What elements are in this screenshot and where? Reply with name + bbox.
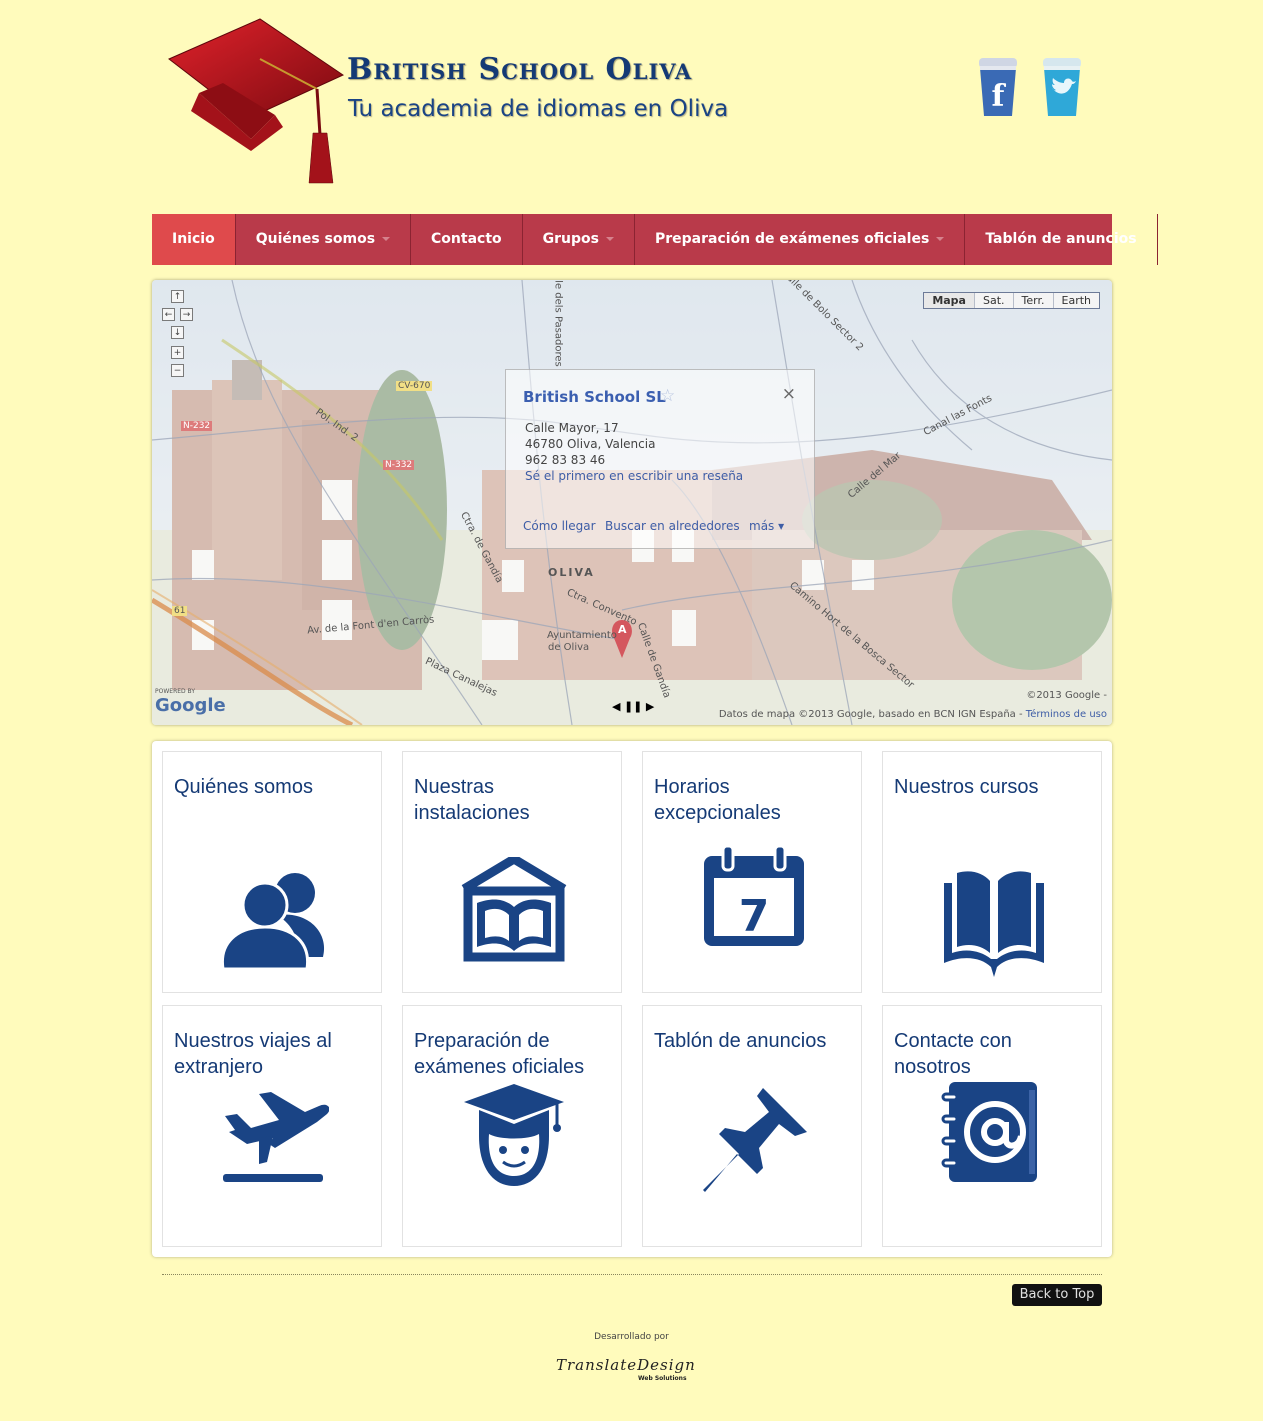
info-title[interactable]: British School SL: [523, 388, 666, 406]
info-nearby-link[interactable]: Buscar en alrededores: [605, 519, 740, 533]
calendar-day: 7: [739, 891, 770, 942]
pan-left-button[interactable]: ←: [162, 308, 175, 321]
map-poi-label: Ayuntamiento: [547, 630, 617, 641]
card-title: Horarios excepcionales: [654, 776, 781, 824]
developed-by-label: Desarrollado por: [594, 1332, 669, 1342]
map-copyright: ©2013 Google -: [1026, 690, 1107, 701]
graduation-cap-logo-icon[interactable]: [165, 15, 345, 187]
map-type-earth[interactable]: Earth: [1053, 293, 1099, 308]
card-horarios-excepcionales[interactable]: Horarios excepcionales 7: [642, 751, 862, 993]
main-navigation: Inicio Quiénes somos Contacto Grupos Pre…: [152, 214, 1158, 265]
pan-right-button[interactable]: →: [180, 308, 193, 321]
info-review-link[interactable]: Sé el primero en escribir una reseña: [525, 469, 743, 483]
info-address-line: Calle Mayor, 17: [525, 421, 619, 435]
card-nuestras-instalaciones[interactable]: Nuestras instalaciones: [402, 751, 622, 993]
dropdown-arrow-icon: [936, 237, 945, 241]
card-title: Quiénes somos: [174, 776, 313, 798]
card-nuestros-cursos[interactable]: Nuestros cursos: [882, 751, 1102, 993]
facebook-icon: f: [979, 58, 1017, 116]
twitter-icon: [1043, 58, 1081, 116]
feature-grid: Quiénes somos Nuestras instalaciones Hor…: [152, 741, 1112, 1257]
map-road-shield: 61: [172, 606, 188, 616]
map-road-shield: N-332: [383, 460, 415, 470]
map-type-selector: Mapa Sat. Terr. Earth: [923, 292, 1100, 309]
card-title: Nuestros cursos: [894, 776, 1039, 798]
slider-controls: ◀ ❚❚ ▶: [612, 700, 654, 713]
nav-item-quienes-somos[interactable]: Quiénes somos: [236, 214, 412, 265]
site-header: British School Oliva Tu academia de idio…: [150, 0, 1112, 200]
nav-item-preparacion-examenes[interactable]: Preparación de exámenes oficiales: [635, 214, 966, 265]
nav-item-label: Preparación de exámenes oficiales: [654, 231, 930, 247]
dropdown-arrow-icon: [605, 237, 614, 241]
map-type-satellite[interactable]: Sat.: [974, 293, 1014, 308]
close-icon[interactable]: ×: [782, 384, 796, 404]
card-viajes-extranjero[interactable]: Nuestros viajes al extranjero: [162, 1005, 382, 1247]
nav-item-inicio[interactable]: Inicio: [152, 214, 236, 265]
slider-next-icon[interactable]: ▶: [646, 700, 654, 713]
graduate-icon: [464, 1084, 564, 1186]
facebook-link[interactable]: f: [976, 56, 1020, 118]
map-info-window: British School SL ☆ × Calle Mayor, 17 46…: [505, 369, 815, 549]
calendar-icon: 7: [704, 844, 804, 946]
nav-item-grupos[interactable]: Grupos: [523, 214, 635, 265]
nav-item-label: Grupos: [542, 231, 599, 247]
card-preparacion-examenes[interactable]: Preparación de exámenes oficiales: [402, 1005, 622, 1247]
developer-logo[interactable]: TranslateDesign: [556, 1356, 696, 1374]
map-data-credit: Datos de mapa ©2013 Google, basado en BC…: [719, 709, 1107, 720]
map-terms-link[interactable]: Términos de uso: [1026, 709, 1107, 720]
open-book-icon: [944, 871, 1044, 977]
dropdown-arrow-icon: [382, 237, 391, 241]
developer-logo-subtitle: Web Solutions: [638, 1375, 687, 1382]
card-title: Nuestros viajes al extranjero: [174, 1030, 332, 1078]
info-address-line: 46780 Oliva, Valencia: [525, 437, 656, 451]
map-poi-label: de Oliva: [548, 642, 590, 653]
info-more-label: más: [749, 519, 775, 533]
building-book-icon: [461, 857, 567, 962]
pan-down-button[interactable]: ↓: [171, 326, 184, 339]
map-data-text: Datos de mapa ©2013 Google, basado en BC…: [718, 709, 1023, 720]
card-title: Preparación de exámenes oficiales: [414, 1030, 585, 1078]
google-logo[interactable]: Google: [155, 695, 226, 716]
map-road-label: Calle dels Pasadores: [552, 280, 564, 367]
nav-item-label: Inicio: [172, 231, 215, 247]
nav-item-label: Contacto: [431, 231, 502, 247]
info-more-link[interactable]: más ▾: [749, 519, 784, 533]
map-town-label: OLIVA: [548, 566, 595, 579]
map-marker[interactable]: A: [618, 623, 627, 636]
map-type-terrain[interactable]: Terr.: [1013, 293, 1054, 308]
card-title: Nuestras instalaciones: [414, 776, 530, 824]
site-tagline: Tu academia de idiomas en Oliva: [348, 96, 729, 122]
nav-item-tablon-anuncios[interactable]: Tablón de anuncios: [965, 214, 1158, 265]
nav-item-label: Quiénes somos: [255, 231, 376, 247]
zoom-out-button[interactable]: −: [171, 364, 184, 377]
footer-divider: [162, 1274, 1102, 1275]
address-book-icon: [941, 1082, 1037, 1182]
info-phone: 962 83 83 46: [525, 453, 606, 467]
pushpin-icon: [703, 1088, 807, 1192]
map-road-shield: N-232: [181, 421, 213, 431]
pan-up-button[interactable]: ↑: [171, 290, 184, 303]
map-slider[interactable]: OLIVA Ayuntamiento de Oliva Pol. Ind. 2 …: [152, 280, 1112, 725]
powered-by-label: POWERED BY: [155, 688, 196, 695]
card-tablon-anuncios[interactable]: Tablón de anuncios: [642, 1005, 862, 1247]
card-quienes-somos[interactable]: Quiénes somos: [162, 751, 382, 993]
map-type-map[interactable]: Mapa: [924, 293, 975, 308]
slider-prev-icon[interactable]: ◀: [612, 700, 620, 713]
zoom-in-button[interactable]: +: [171, 346, 184, 359]
card-title: Contacte con nosotros: [894, 1030, 1012, 1078]
card-contacte[interactable]: Contacte con nosotros: [882, 1005, 1102, 1247]
twitter-link[interactable]: [1040, 56, 1084, 118]
back-to-top-button[interactable]: Back to Top: [1012, 1284, 1102, 1306]
svg-text:f: f: [992, 79, 1007, 114]
card-title: Tablón de anuncios: [654, 1030, 827, 1052]
site-title[interactable]: British School Oliva: [347, 52, 692, 87]
star-icon[interactable]: ☆: [660, 386, 675, 406]
nav-item-label: Tablón de anuncios: [985, 231, 1137, 247]
airplane-departure-icon: [223, 1092, 329, 1182]
nav-item-contacto[interactable]: Contacto: [411, 214, 523, 265]
slider-pause-icon[interactable]: ❚❚: [624, 700, 642, 713]
users-icon: [220, 873, 325, 971]
map-road-shield: CV-670: [396, 381, 433, 391]
info-directions-link[interactable]: Cómo llegar: [523, 519, 596, 533]
